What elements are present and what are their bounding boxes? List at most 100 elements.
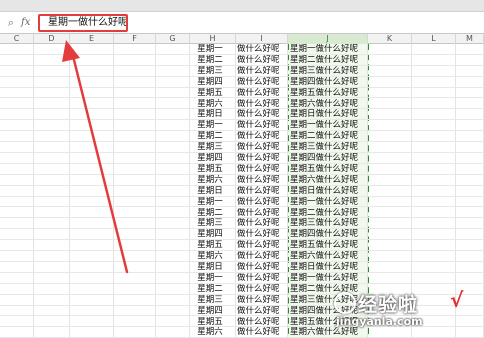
cell-h[interactable]: 星期二	[190, 208, 230, 219]
cell-i[interactable]: 做什么好呢	[236, 218, 288, 229]
cell-i[interactable]: 做什么好呢	[236, 55, 288, 66]
cell-h[interactable]: 星期二	[190, 131, 230, 142]
cell-h[interactable]: 星期日	[190, 109, 230, 120]
cell-j[interactable]: 星期一做什么好呢	[288, 44, 368, 55]
cell-h[interactable]: 星期一	[190, 44, 230, 55]
cell-i[interactable]: 做什么好呢	[236, 197, 288, 208]
cell-j[interactable]: 星期四做什么好呢	[288, 153, 368, 164]
cell-j[interactable]: 星期日做什么好呢	[288, 262, 368, 273]
column-header-bar: CDEFGHIJKLM	[0, 34, 484, 44]
cell-j[interactable]: 星期三做什么好呢	[288, 218, 368, 229]
table-row: 星期一 做什么好呢 星期一做什么好呢	[0, 120, 484, 132]
cell-i[interactable]: 做什么好呢	[236, 186, 288, 197]
column-header-f[interactable]: F	[114, 34, 156, 44]
cell-h[interactable]: 星期一	[190, 120, 230, 131]
formula-bar: ⌕ fx 星期一做什么好呢	[0, 12, 484, 34]
cell-h[interactable]: 星期四	[190, 229, 230, 240]
cell-h[interactable]: 星期一	[190, 197, 230, 208]
cell-h[interactable]: 星期三	[190, 295, 230, 306]
table-row: 星期二 做什么好呢 星期二做什么好呢	[0, 55, 484, 66]
column-header-m[interactable]: M	[456, 34, 484, 44]
cell-h[interactable]: 星期一	[190, 273, 230, 284]
cell-i[interactable]: 做什么好呢	[236, 44, 288, 55]
cell-i[interactable]: 做什么好呢	[236, 229, 288, 240]
cell-j[interactable]: 星期一做什么好呢	[288, 273, 368, 284]
cell-i[interactable]: 做什么好呢	[236, 109, 288, 120]
cell-j[interactable]: 星期二做什么好呢	[288, 55, 368, 66]
cell-i[interactable]: 做什么好呢	[236, 153, 288, 164]
cell-j[interactable]: 星期五做什么好呢	[288, 164, 368, 175]
cell-h[interactable]: 星期三	[190, 142, 230, 153]
watermark-url: jingyanla.com	[336, 315, 423, 328]
cell-j[interactable]: 星期五做什么好呢	[288, 240, 368, 251]
cell-h[interactable]: 星期四	[190, 153, 230, 164]
cell-h[interactable]: 星期五	[190, 240, 230, 251]
cell-h[interactable]: 星期六	[190, 99, 230, 110]
cell-h[interactable]: 星期日	[190, 262, 230, 273]
cell-h[interactable]: 星期二	[190, 284, 230, 295]
table-row: 星期一 做什么好呢 星期一做什么好呢	[0, 273, 484, 284]
cell-j[interactable]: 星期三做什么好呢	[288, 142, 368, 153]
cell-i[interactable]: 做什么好呢	[236, 317, 288, 328]
table-row: 星期三 做什么好呢 星期三做什么好呢	[0, 218, 484, 230]
cell-h[interactable]: 星期三	[190, 66, 230, 77]
formula-input[interactable]: 星期一做什么好呢	[38, 14, 128, 32]
cell-i[interactable]: 做什么好呢	[236, 240, 288, 251]
magnifier-icon[interactable]: ⌕	[4, 16, 18, 30]
cell-i[interactable]: 做什么好呢	[236, 131, 288, 142]
cell-i[interactable]: 做什么好呢	[236, 99, 288, 110]
cell-i[interactable]: 做什么好呢	[236, 273, 288, 284]
cell-h[interactable]: 星期六	[190, 251, 230, 262]
cell-i[interactable]: 做什么好呢	[236, 175, 288, 186]
cell-j[interactable]: 星期三做什么好呢	[288, 66, 368, 77]
cell-j[interactable]: 星期日做什么好呢	[288, 109, 368, 120]
cell-i[interactable]: 做什么好呢	[236, 262, 288, 273]
cell-i[interactable]: 做什么好呢	[236, 120, 288, 131]
cell-j[interactable]: 星期一做什么好呢	[288, 197, 368, 208]
cell-j[interactable]: 星期日做什么好呢	[288, 186, 368, 197]
table-row: 星期一 做什么好呢 星期一做什么好呢	[0, 44, 484, 55]
toolbar-strip	[0, 0, 484, 12]
cell-i[interactable]: 做什么好呢	[236, 327, 288, 338]
cell-j[interactable]: 星期二做什么好呢	[288, 131, 368, 142]
cell-j[interactable]: 星期五做什么好呢	[288, 88, 368, 99]
column-header-i[interactable]: I	[236, 34, 288, 44]
cell-h[interactable]: 星期四	[190, 77, 230, 88]
cell-j[interactable]: 星期四做什么好呢	[288, 229, 368, 240]
column-header-h[interactable]: H	[190, 34, 236, 44]
column-header-e[interactable]: E	[70, 34, 114, 44]
cell-i[interactable]: 做什么好呢	[236, 66, 288, 77]
column-header-c[interactable]: C	[0, 34, 34, 44]
cell-j[interactable]: 星期六做什么好呢	[288, 251, 368, 262]
cell-j[interactable]: 星期六做什么好呢	[288, 99, 368, 110]
column-header-l[interactable]: L	[412, 34, 456, 44]
cell-j[interactable]: 星期一做什么好呢	[288, 120, 368, 131]
cell-i[interactable]: 做什么好呢	[236, 251, 288, 262]
cell-i[interactable]: 做什么好呢	[236, 77, 288, 88]
cell-h[interactable]: 星期六	[190, 327, 230, 338]
cell-h[interactable]: 星期日	[190, 186, 230, 197]
cell-h[interactable]: 星期五	[190, 164, 230, 175]
fx-icon[interactable]: fx	[21, 16, 35, 30]
column-header-d[interactable]: D	[34, 34, 70, 44]
column-header-k[interactable]: K	[368, 34, 412, 44]
cell-i[interactable]: 做什么好呢	[236, 142, 288, 153]
cell-h[interactable]: 星期五	[190, 317, 230, 328]
cell-j[interactable]: 星期四做什么好呢	[288, 77, 368, 88]
cell-h[interactable]: 星期三	[190, 218, 230, 229]
cell-i[interactable]: 做什么好呢	[236, 88, 288, 99]
cell-i[interactable]: 做什么好呢	[236, 284, 288, 295]
cell-j[interactable]: 星期六做什么好呢	[288, 175, 368, 186]
cell-i[interactable]: 做什么好呢	[236, 164, 288, 175]
column-header-j[interactable]: J	[288, 34, 368, 44]
formula-input-area[interactable]	[128, 14, 480, 32]
cell-h[interactable]: 星期二	[190, 55, 230, 66]
cell-h[interactable]: 星期六	[190, 175, 230, 186]
column-header-g[interactable]: G	[156, 34, 190, 44]
cell-i[interactable]: 做什么好呢	[236, 306, 288, 317]
cell-h[interactable]: 星期四	[190, 306, 230, 317]
cell-i[interactable]: 做什么好呢	[236, 295, 288, 306]
cell-i[interactable]: 做什么好呢	[236, 208, 288, 219]
cell-j[interactable]: 星期二做什么好呢	[288, 208, 368, 219]
cell-h[interactable]: 星期五	[190, 88, 230, 99]
